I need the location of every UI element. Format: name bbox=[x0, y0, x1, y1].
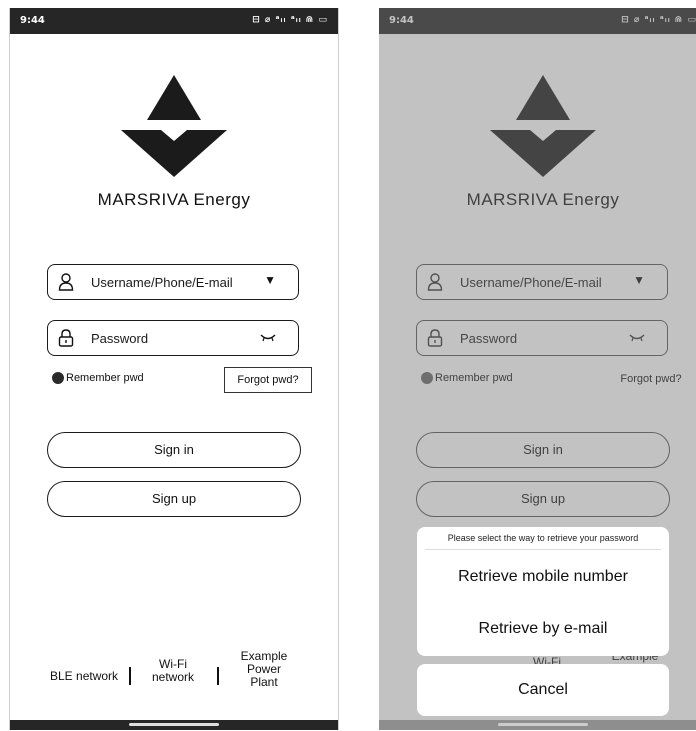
radio-dot-icon[interactable] bbox=[52, 372, 64, 385]
home-handle[interactable] bbox=[498, 723, 588, 726]
home-handle[interactable] bbox=[129, 723, 219, 726]
status-icons: ⊟ ⌀ ᵃᵢₗ ᵃᵢₗ ⋒ ▭ bbox=[252, 15, 328, 25]
triangle-down-icon[interactable]: ▼ bbox=[264, 273, 276, 287]
retrieve-options-sheet: Please select the way to retrieve your p… bbox=[417, 527, 669, 656]
password-placeholder: Password bbox=[91, 331, 149, 346]
navigation-bar bbox=[379, 720, 696, 730]
cancel-button[interactable]: Cancel bbox=[417, 664, 669, 716]
divider bbox=[425, 549, 661, 550]
username-field[interactable]: Username/Phone/E-mail ▼ bbox=[47, 264, 299, 300]
sign-up-button[interactable]: Sign up bbox=[47, 481, 301, 517]
user-icon bbox=[58, 273, 74, 291]
remember-label: Remember pwd bbox=[66, 372, 144, 385]
forgot-pwd-button[interactable]: Forgot pwd? bbox=[224, 367, 312, 393]
sheet-hint: Please select the way to retrieve your p… bbox=[447, 533, 639, 543]
brand-name: MARSRIVA Energy bbox=[97, 190, 251, 209]
status-bar: 9:44 ⊟ ⌀ ᵃᵢₗ ᵃᵢₗ ⋒ ▭ bbox=[10, 8, 338, 34]
navigation-bar bbox=[10, 720, 338, 730]
password-field[interactable]: Password bbox=[47, 320, 299, 356]
lock-icon bbox=[58, 329, 74, 347]
status-time: 9:44 bbox=[20, 15, 45, 26]
wifi-network-link[interactable]: Wi-Fi network bbox=[148, 658, 198, 684]
sign-in-button[interactable]: Sign in bbox=[47, 432, 301, 468]
marsriva-logo bbox=[121, 75, 227, 177]
retrieve-password-screen: 9:44 ⊟ ⌀ ᵃᵢₗ ᵃᵢₗ ⋒ ▭ MARSRIVA Energy Use… bbox=[379, 8, 696, 730]
separator bbox=[129, 667, 131, 685]
retrieve-email-option[interactable]: Retrieve by e-mail bbox=[417, 620, 669, 638]
example-power-plant-link[interactable]: Example Power Plant bbox=[234, 650, 294, 689]
retrieve-mobile-option[interactable]: Retrieve mobile number bbox=[417, 568, 669, 586]
eye-closed-icon[interactable] bbox=[260, 333, 276, 343]
separator bbox=[217, 667, 219, 685]
username-placeholder: Username/Phone/E-mail bbox=[91, 275, 233, 290]
login-screen: 9:44 ⊟ ⌀ ᵃᵢₗ ᵃᵢₗ ⋒ ▭ MARSRIVA Energy Use… bbox=[9, 8, 339, 730]
remember-pwd-checkbox[interactable]: Remember pwd bbox=[52, 372, 144, 385]
ble-network-link[interactable]: BLE network bbox=[50, 670, 118, 683]
